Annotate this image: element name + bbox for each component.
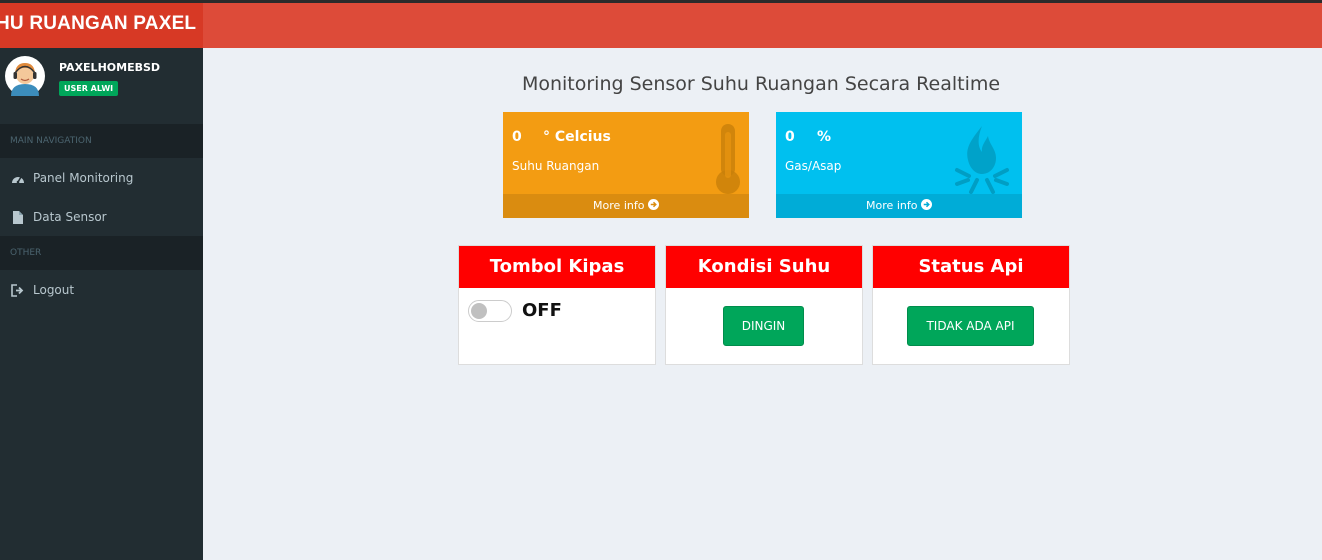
- sidebar-item-label: Panel Monitoring: [33, 171, 134, 185]
- fire-status-title: Status Api: [873, 246, 1069, 288]
- temperature-info-box: 0 ° Celcius Suhu Ruangan More info: [503, 112, 749, 218]
- thermometer-icon: [716, 124, 740, 194]
- temperature-value: 0: [512, 129, 522, 145]
- fire-icon: [955, 126, 1009, 194]
- gas-unit: %: [817, 129, 832, 145]
- gas-value: 0: [785, 129, 795, 145]
- more-info-label: More info: [866, 199, 918, 212]
- sidebar-item-logout[interactable]: Logout: [0, 271, 203, 309]
- logo[interactable]: HU RUANGAN PAXEL: [0, 3, 203, 48]
- gas-label: Gas/Asap: [785, 159, 842, 173]
- top-header: HU RUANGAN PAXEL: [0, 3, 1322, 48]
- temperature-more-info-link[interactable]: More info: [503, 194, 749, 218]
- dashboard-icon: [12, 176, 24, 184]
- sidebar-item-data-sensor[interactable]: Data Sensor: [0, 198, 203, 236]
- avatar: [5, 56, 45, 96]
- main-navigation-header: MAIN NAVIGATION: [0, 124, 203, 158]
- user-name: PAXELHOMEBSD: [59, 61, 161, 74]
- gas-more-info-link[interactable]: More info: [776, 194, 1022, 218]
- temperature-unit: ° Celcius: [543, 129, 611, 145]
- toggle-knob: [471, 303, 487, 319]
- sidebar-item-label: Data Sensor: [33, 210, 107, 224]
- fan-panel-title: Tombol Kipas: [459, 246, 655, 288]
- fan-state-label: OFF: [522, 300, 562, 321]
- user-panel: PAXELHOMEBSD USER ALWI: [0, 48, 203, 124]
- temperature-condition-title: Kondisi Suhu: [666, 246, 862, 288]
- gas-info-box: 0 % Gas/Asap More info: [776, 112, 1022, 218]
- fire-status-panel: Status Api TIDAK ADA API: [872, 245, 1070, 365]
- more-info-label: More info: [593, 199, 645, 212]
- sidebar-item-label: Logout: [33, 283, 75, 297]
- page-title: Monitoring Sensor Suhu Ruangan Secara Re…: [521, 73, 1001, 95]
- logo-text: HU RUANGAN PAXEL: [0, 13, 197, 34]
- file-icon: [13, 211, 23, 224]
- arrow-circle-right-icon: [920, 199, 932, 210]
- temperature-status-button[interactable]: DINGIN: [723, 306, 804, 346]
- arrow-circle-right-icon: [647, 199, 659, 210]
- other-header: OTHER: [0, 236, 203, 270]
- user-badge: USER ALWI: [59, 81, 119, 96]
- sidebar: PAXELHOMEBSD USER ALWI MAIN NAVIGATION P…: [0, 48, 203, 560]
- fire-status-button[interactable]: TIDAK ADA API: [907, 306, 1034, 346]
- temperature-condition-panel: Kondisi Suhu DINGIN: [665, 245, 863, 365]
- temperature-label: Suhu Ruangan: [512, 159, 600, 173]
- fan-toggle-switch[interactable]: [468, 300, 512, 322]
- sign-out-icon: [11, 284, 24, 297]
- fan-control-panel: Tombol Kipas OFF: [458, 245, 656, 365]
- sidebar-item-panel-monitoring[interactable]: Panel Monitoring: [0, 159, 203, 197]
